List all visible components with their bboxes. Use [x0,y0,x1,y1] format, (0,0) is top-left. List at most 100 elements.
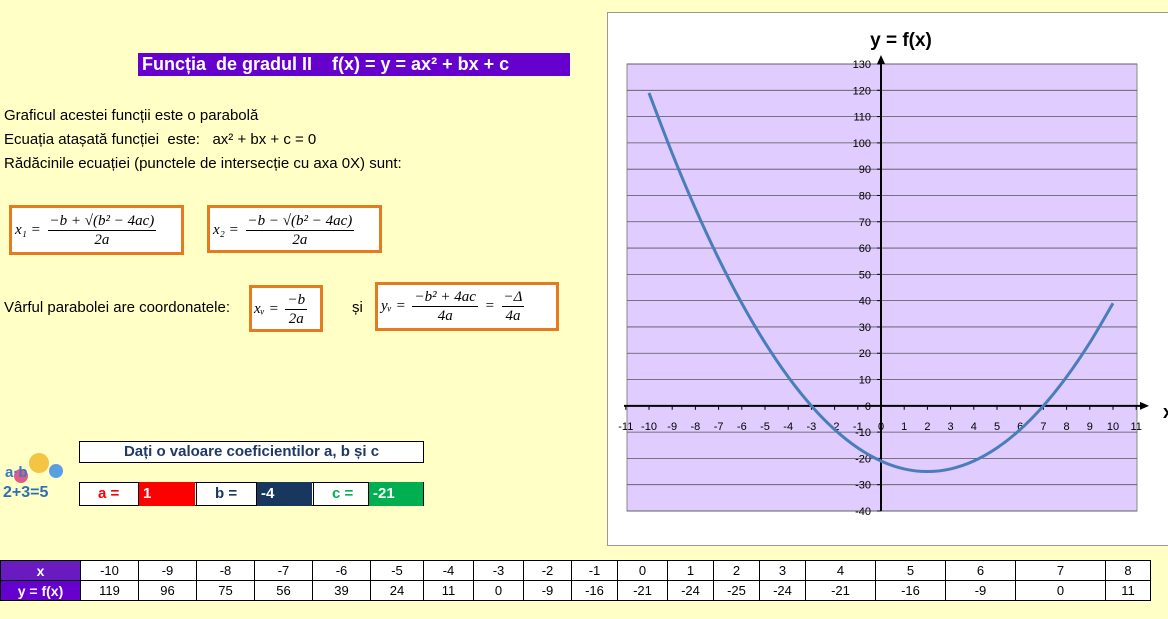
info-line-1: Graficul acestei funcții este o parabolă [4,107,259,124]
table-cell-x: -8 [196,560,255,581]
table-cell-x: 2 [713,560,760,581]
y-tick-label: -30 [855,480,871,492]
formula-x2: x₂ = −b − √(b² − 4ac) 2a [207,205,382,253]
x-tick-label: 9 [1087,421,1093,433]
table-cell-x: 7 [1015,560,1106,581]
table-x-header: x [0,560,81,581]
table-cell-x: -1 [571,560,618,581]
svg-text:a·b: a·b [5,464,28,481]
table-cell-y: -9 [945,580,1016,601]
info-line-3: Rădăcinile ecuației (punctele de interse… [4,155,402,172]
table-cell-y: -16 [571,580,618,601]
x-tick-label: 7 [1040,421,1046,433]
table-cell-x: 0 [617,560,668,581]
and-label: și [352,299,363,316]
formula-x1-lhs: x₁ = [15,221,41,238]
table-cell-x: -10 [80,560,139,581]
table-cell-x: 5 [875,560,946,581]
table-cell-x: 4 [805,560,876,581]
formula-yv-numerator: −b² + 4ac [412,289,478,307]
table-cell-x: 8 [1105,560,1151,581]
formula-x2-numerator: −b − √(b² − 4ac) [245,213,355,231]
x-tick-label: -7 [714,421,724,433]
formula-xv: xᵥ = −b 2a [249,285,323,332]
y-tick-label: 60 [859,243,871,255]
x-tick-label: 5 [994,421,1000,433]
y-tick-label: 110 [853,112,871,124]
x-tick-label: -3 [807,421,817,433]
formula-yv: yᵥ = −b² + 4ac 4a = −Δ 4a [375,282,559,331]
formula-x2-denominator: 2a [292,232,308,248]
table-cell-x: -5 [370,560,424,581]
formula-x1-denominator: 2a [94,232,110,248]
y-tick-label: 80 [859,190,871,202]
table-cell-y: 0 [473,580,524,601]
formula-yv-lhs: yᵥ = [381,297,406,314]
table-cell-y: 56 [254,580,313,601]
values-table: x -10 -9 -8 -7 -6 -5 -4 -3 -2 -1 0 1 2 3 4 5 6 7 8 y = f(x… [0,560,1151,601]
table-cell-x: -3 [473,560,524,581]
table-cell-x: 1 [667,560,714,581]
y-tick-label: 50 [859,269,871,281]
math-logo-icon: a·b 2+3=5 [1,441,79,508]
x-axis-arrow [1140,401,1149,410]
coef-b-input[interactable]: -4 [256,482,312,506]
table-cell-y: 119 [80,580,139,601]
table-cell-x: 3 [759,560,806,581]
y-tick-label: 20 [859,348,871,360]
info-line-2: Ecuația atașată funcției este: ax² + bx … [4,131,317,148]
y-tick-label: 130 [853,59,871,71]
x-tick-label: 0 [878,421,884,433]
x-tick-label: 1 [901,421,907,433]
table-cell-y: -25 [713,580,760,601]
coef-a-label: a = [98,485,120,502]
x-tick-label: 8 [1064,421,1070,433]
x-axis-label: x [1163,402,1168,422]
formula-yv-numerator-2: −Δ [501,289,525,307]
table-cell-y: 11 [423,580,474,601]
table-cell-y: -21 [617,580,668,601]
coef-c-input[interactable]: -21 [368,482,423,506]
x-tick-label: -10 [641,421,657,433]
formula-yv-denominator: 4a [437,308,453,324]
table-cell-y: 75 [196,580,255,601]
coef-a-input[interactable]: 1 [138,482,195,506]
y-tick-label: -40 [855,506,871,518]
table-cell-y: -24 [759,580,806,601]
x-tick-label: 3 [948,421,954,433]
formula-x2-lhs: x₂ = [213,221,239,238]
x-tick-label: -9 [667,421,677,433]
x-tick-label: 4 [971,421,977,433]
y-tick-label: 30 [859,322,871,334]
y-axis-arrow [877,55,885,64]
table-cell-x: -9 [138,560,197,581]
x-tick-label: 2 [924,421,930,433]
table-cell-y: 11 [1105,580,1151,601]
table-row-x: x -10 -9 -8 -7 -6 -5 -4 -3 -2 -1 0 1 2 3 4 5 6 7 8 [0,560,1151,581]
table-cell-y: 0 [1015,580,1106,601]
formula-yv-denominator-2: 4a [505,308,521,324]
formula-xv-denominator: 2a [288,311,304,327]
formula-yv-equals: = [484,297,495,314]
table-cell-y: 39 [312,580,371,601]
chart-title: y = f(x) [870,30,932,51]
formula-xv-lhs: xᵥ = [254,300,279,317]
x-tick-label: -8 [691,421,701,433]
table-cell-x: -4 [423,560,474,581]
table-cell-x: -2 [523,560,572,581]
table-cell-x: -6 [312,560,371,581]
formula-xv-numerator: −b [285,292,308,310]
page-title: Funcția de gradul II f(x) = y = ax² + bx… [138,53,570,76]
x-tick-label: 11 [1130,421,1141,433]
y-tick-label: 70 [859,217,871,229]
chart-frame: y = f(x)-40-30-20-1001020304050607080901… [607,12,1168,546]
y-tick-label: 100 [853,138,871,150]
vertex-label: Vârful parabolei are coordonatele: [4,299,230,316]
table-cell-y: -21 [805,580,876,601]
y-tick-label: 90 [859,164,871,176]
y-tick-label: 40 [859,296,871,308]
table-cell-y: -24 [667,580,714,601]
x-tick-label: -11 [618,421,633,433]
table-cell-y: -16 [875,580,946,601]
table-cell-y: 96 [138,580,197,601]
